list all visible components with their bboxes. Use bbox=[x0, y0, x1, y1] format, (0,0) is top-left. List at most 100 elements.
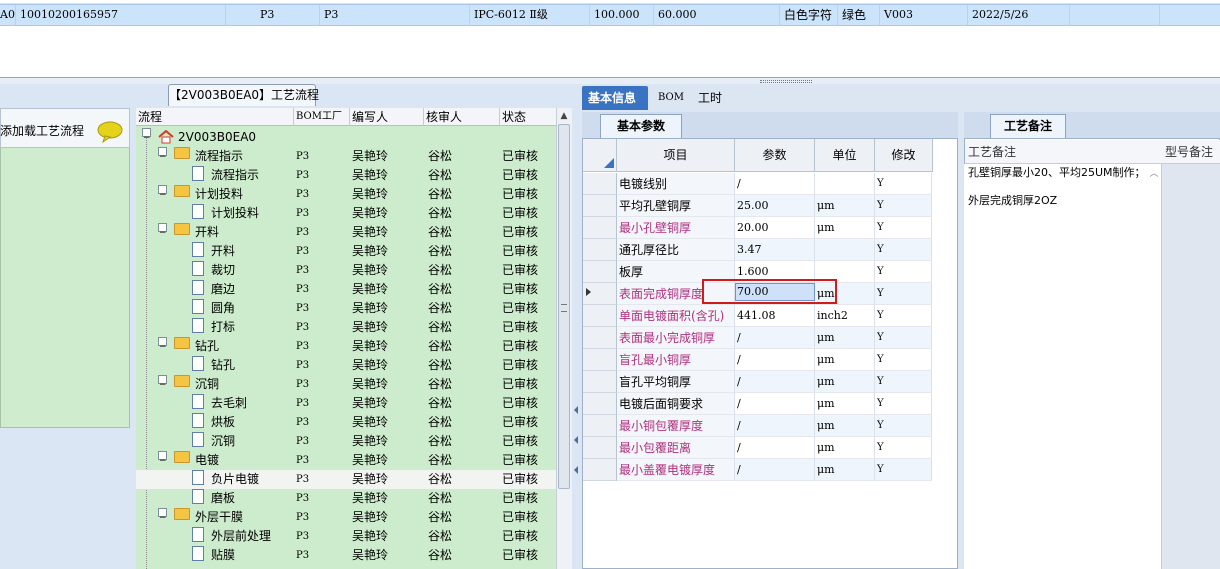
param-row[interactable]: 盲孔平均铜厚 / μm Y bbox=[583, 371, 932, 393]
param-unit-cell[interactable]: μm bbox=[815, 195, 875, 217]
tree-col-factory[interactable]: BOM工厂 bbox=[294, 108, 350, 126]
param-modify-cell[interactable]: Y bbox=[875, 349, 932, 371]
params-col-item[interactable]: 项目 bbox=[617, 139, 735, 172]
top-grid-selected-row[interactable]: A0 10010200165957 P3 P3 IPC-6012 Ⅱ级 100.… bbox=[0, 4, 1220, 26]
param-value-cell[interactable]: 441.08 bbox=[735, 305, 815, 327]
param-unit-cell[interactable]: μm bbox=[815, 349, 875, 371]
tree-row[interactable]: 圆角 P3 吴艳玲 谷松 已审核 bbox=[136, 299, 556, 318]
param-value-cell[interactable]: / bbox=[735, 349, 815, 371]
note-scroll-up-icon[interactable]: ︿ bbox=[1148, 166, 1160, 180]
param-unit-cell[interactable]: μm bbox=[815, 437, 875, 459]
tree-row[interactable]: 贴膜 P3 吴艳玲 谷松 已审核 bbox=[136, 546, 556, 565]
row-indicator[interactable] bbox=[583, 415, 617, 437]
params-col-modify[interactable]: 修改 bbox=[875, 139, 933, 172]
collapse-icon[interactable]: − bbox=[158, 147, 167, 162]
chat-bubble-icon[interactable] bbox=[97, 121, 123, 143]
tree-row[interactable]: 计划投料 P3 吴艳玲 谷松 已审核 bbox=[136, 204, 556, 223]
row-indicator[interactable] bbox=[583, 327, 617, 349]
row-indicator[interactable] bbox=[583, 305, 617, 327]
row-indicator[interactable] bbox=[583, 459, 617, 481]
param-value-cell[interactable]: / bbox=[735, 393, 815, 415]
param-unit-cell[interactable]: inch2 bbox=[815, 305, 875, 327]
remarks-col-model[interactable]: 型号备注 bbox=[1162, 140, 1220, 164]
param-modify-cell[interactable]: Y bbox=[875, 459, 932, 481]
tree-row[interactable]: 外层前处理 P3 吴艳玲 谷松 已审核 bbox=[136, 527, 556, 546]
param-modify-cell[interactable]: Y bbox=[875, 195, 932, 217]
row-indicator[interactable] bbox=[583, 261, 617, 283]
tab-basic-info[interactable]: 基本信息 bbox=[582, 86, 648, 110]
tree-col-status[interactable]: 状态 bbox=[500, 108, 556, 126]
param-row[interactable]: 电镀后面铜要求 / μm Y bbox=[583, 393, 932, 415]
remarks-model-cell[interactable] bbox=[1162, 164, 1220, 569]
param-row[interactable]: 最小孔壁铜厚 20.00 μm Y bbox=[583, 217, 932, 239]
remarks-col-note[interactable]: 工艺备注 bbox=[965, 140, 1162, 164]
param-unit-cell[interactable]: μm bbox=[815, 217, 875, 239]
param-value-cell[interactable]: / bbox=[735, 437, 815, 459]
row-indicator[interactable] bbox=[583, 437, 617, 459]
tab-work-hours[interactable]: 工时 bbox=[692, 86, 728, 110]
tree-row[interactable]: 钻孔 P3 吴艳玲 谷松 已审核 bbox=[136, 356, 556, 375]
param-row[interactable]: 表面最小完成铜厚 / μm Y bbox=[583, 327, 932, 349]
scroll-up-icon[interactable]: ▲ bbox=[556, 108, 572, 124]
row-indicator[interactable] bbox=[583, 217, 617, 239]
param-modify-cell[interactable]: Y bbox=[875, 239, 932, 261]
tree-row[interactable]: − 沉铜 P3 吴艳玲 谷松 已审核 bbox=[136, 375, 556, 394]
tree-row[interactable]: 开料 P3 吴艳玲 谷松 已审核 bbox=[136, 242, 556, 261]
tree-row[interactable]: 裁切 P3 吴艳玲 谷松 已审核 bbox=[136, 261, 556, 280]
param-modify-cell[interactable]: Y bbox=[875, 217, 932, 239]
param-row[interactable]: 平均孔壁铜厚 25.00 μm Y bbox=[583, 195, 932, 217]
tree-row[interactable]: 去毛刺 P3 吴艳玲 谷松 已审核 bbox=[136, 394, 556, 413]
param-row[interactable]: 电镀线别 / Y bbox=[583, 173, 932, 195]
param-unit-cell[interactable]: μm bbox=[815, 371, 875, 393]
tab-process-remarks[interactable]: 工艺备注 bbox=[990, 114, 1066, 138]
param-modify-cell[interactable]: Y bbox=[875, 393, 932, 415]
param-modify-cell[interactable]: Y bbox=[875, 437, 932, 459]
tree-row[interactable]: − 钻孔 P3 吴艳玲 谷松 已审核 bbox=[136, 337, 556, 356]
param-unit-cell[interactable] bbox=[815, 239, 875, 261]
remarks-note-cell[interactable] bbox=[964, 164, 1162, 569]
param-value-cell[interactable]: / bbox=[735, 327, 815, 349]
tree-row[interactable]: 磨板 P3 吴艳玲 谷松 已审核 bbox=[136, 489, 556, 508]
tree-row[interactable]: 负片电镀 P3 吴艳玲 谷松 已审核 bbox=[136, 470, 556, 489]
param-modify-cell[interactable]: Y bbox=[875, 173, 932, 195]
collapse-icon[interactable]: − bbox=[158, 375, 167, 390]
flow-title-tab[interactable]: 【2V003B0EA0】工艺流程 bbox=[168, 84, 319, 106]
param-modify-cell[interactable]: Y bbox=[875, 415, 932, 437]
tree-row[interactable]: − 电镀 P3 吴艳玲 谷松 已审核 bbox=[136, 451, 556, 470]
param-unit-cell[interactable]: μm bbox=[815, 415, 875, 437]
collapse-icon[interactable]: − bbox=[158, 337, 167, 352]
param-value-cell[interactable]: / bbox=[735, 415, 815, 437]
tree-row[interactable]: 打标 P3 吴艳玲 谷松 已审核 bbox=[136, 318, 556, 337]
param-value-cell[interactable]: / bbox=[735, 459, 815, 481]
param-unit-cell[interactable] bbox=[815, 173, 875, 195]
tree-row[interactable]: − 流程指示 P3 吴艳玲 谷松 已审核 bbox=[136, 147, 556, 166]
row-indicator[interactable] bbox=[583, 349, 617, 371]
tree-row[interactable]: − 外层干膜 P3 吴艳玲 谷松 已审核 bbox=[136, 508, 556, 527]
tree-col-reviewer[interactable]: 核审人 bbox=[424, 108, 500, 126]
param-modify-cell[interactable]: Y bbox=[875, 283, 932, 305]
tree-row[interactable]: − 2V003B0EA0 bbox=[136, 128, 556, 147]
param-unit-cell[interactable]: μm bbox=[815, 393, 875, 415]
param-row[interactable]: 最小盖覆电镀厚度 / μm Y bbox=[583, 459, 932, 481]
collapse-left-icon[interactable] bbox=[574, 466, 578, 474]
param-value-cell[interactable]: / bbox=[735, 173, 815, 195]
params-col-unit[interactable]: 单位 bbox=[815, 139, 875, 172]
collapse-left-icon[interactable] bbox=[574, 436, 578, 444]
tree-row[interactable]: 沉铜 P3 吴艳玲 谷松 已审核 bbox=[136, 432, 556, 451]
collapse-icon[interactable]: − bbox=[158, 451, 167, 466]
vertical-splitter[interactable] bbox=[572, 84, 580, 569]
tree-row[interactable]: 流程指示 P3 吴艳玲 谷松 已审核 bbox=[136, 166, 556, 185]
param-row[interactable]: 最小包覆距离 / μm Y bbox=[583, 437, 932, 459]
row-indicator[interactable] bbox=[583, 195, 617, 217]
param-unit-cell[interactable]: μm bbox=[815, 459, 875, 481]
collapse-icon[interactable]: − bbox=[142, 128, 151, 143]
row-indicator[interactable] bbox=[583, 239, 617, 261]
params-col-value[interactable]: 参数 bbox=[735, 139, 815, 172]
collapse-left-icon[interactable] bbox=[574, 406, 578, 414]
tab-basic-params[interactable]: 基本参数 bbox=[600, 114, 682, 138]
tree-row[interactable]: 磨边 P3 吴艳玲 谷松 已审核 bbox=[136, 280, 556, 299]
collapse-icon[interactable]: − bbox=[158, 185, 167, 200]
tab-bom[interactable]: BOM bbox=[652, 86, 690, 110]
tree-row[interactable]: − 开料 P3 吴艳玲 谷松 已审核 bbox=[136, 223, 556, 242]
tree-row[interactable]: − 计划投料 P3 吴艳玲 谷松 已审核 bbox=[136, 185, 556, 204]
